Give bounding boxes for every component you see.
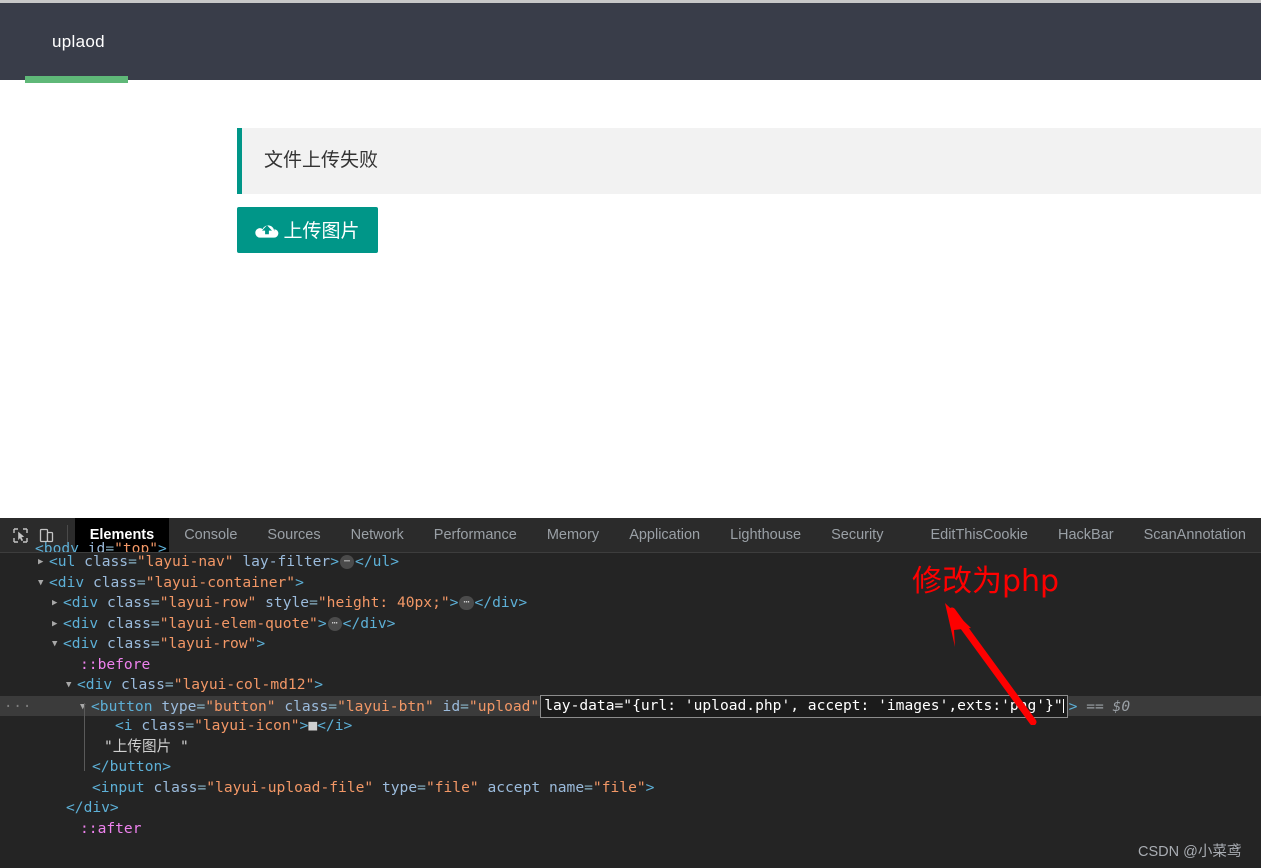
expand-triangle-icon[interactable] bbox=[38, 552, 49, 573]
upload-status-quote: 文件上传失败 bbox=[237, 128, 1261, 194]
dom-node-button-upload-selected[interactable]: ··· <button type="button" class="layui-b… bbox=[0, 696, 1261, 717]
dom-node-div-layui-row-40px[interactable]: <div class="layui-row" style="height: 40… bbox=[0, 593, 1261, 614]
text-caret bbox=[1063, 699, 1064, 713]
site-navbar: uplaod bbox=[0, 3, 1261, 80]
web-page-viewport: uplaod 文件上传失败 上传图片 bbox=[0, 0, 1261, 518]
collapse-triangle-icon[interactable] bbox=[52, 634, 63, 655]
expand-triangle-icon[interactable] bbox=[52, 614, 63, 635]
dom-node-pseudo-after[interactable]: ::after bbox=[0, 819, 1261, 840]
dom-node-pseudo-before[interactable]: ::before bbox=[0, 655, 1261, 676]
dom-node-i-layui-icon[interactable]: <i class="layui-icon">■</i> bbox=[0, 716, 1261, 737]
dom-node-div-layui-elem-quote[interactable]: <div class="layui-elem-quote">⋯</div> bbox=[0, 614, 1261, 635]
nav-item-uplaod[interactable]: uplaod bbox=[25, 3, 132, 80]
cloud-upload-icon bbox=[255, 221, 279, 240]
dom-tree[interactable]: <body id="top"> <ul class="layui-nav" la… bbox=[0, 539, 1261, 868]
dom-node-button-close[interactable]: </button> bbox=[0, 757, 1261, 778]
collapsed-children-ellipsis[interactable]: ⋯ bbox=[340, 555, 354, 569]
annotation-label: 修改为php bbox=[912, 556, 1059, 600]
icon-glyph-placeholder: ■ bbox=[308, 717, 317, 734]
collapsed-children-ellipsis[interactable]: ⋯ bbox=[459, 596, 473, 610]
collapsed-children-ellipsis[interactable]: ⋯ bbox=[328, 617, 342, 631]
collapse-triangle-icon[interactable] bbox=[80, 697, 91, 718]
node-overflow-dots[interactable]: ··· bbox=[4, 697, 32, 718]
dom-node-ul-layui-nav[interactable]: <ul class="layui-nav" lay-filter>⋯</ul> bbox=[0, 552, 1261, 573]
dom-node-div-layui-row[interactable]: <div class="layui-row"> bbox=[0, 634, 1261, 655]
tree-guide-line bbox=[84, 703, 85, 771]
collapse-triangle-icon[interactable] bbox=[66, 675, 77, 696]
dom-node-div-layui-col-md12[interactable]: <div class="layui-col-md12"> bbox=[0, 675, 1261, 696]
expand-triangle-icon[interactable] bbox=[52, 593, 63, 614]
csdn-watermark: CSDN @小菜鸢 bbox=[1138, 840, 1241, 861]
lay-data-attribute-editor[interactable]: lay-data="{url: 'upload.php', accept: 'i… bbox=[540, 695, 1067, 719]
dom-node-div-close[interactable]: </div> bbox=[0, 798, 1261, 819]
upload-image-button[interactable]: 上传图片 bbox=[237, 207, 378, 253]
lay-data-attribute-value: lay-data="{url: 'upload.php', accept: 'i… bbox=[544, 697, 1062, 714]
collapse-triangle-icon[interactable] bbox=[38, 573, 49, 594]
dom-tag-body: <body bbox=[35, 540, 79, 552]
dom-node-input-layui-upload-file[interactable]: <input class="layui-upload-file" type="f… bbox=[0, 778, 1261, 799]
dom-node-div-layui-container[interactable]: <div class="layui-container"> bbox=[0, 573, 1261, 594]
devtools-panel: Elements Console Sources Network Perform… bbox=[0, 518, 1261, 868]
selected-node-badge: == $0 bbox=[1086, 698, 1130, 715]
upload-image-button-label: 上传图片 bbox=[283, 222, 359, 241]
dom-node-body[interactable]: <body id="top"> bbox=[0, 539, 1261, 552]
dom-node-button-text[interactable]: "上传图片 " bbox=[0, 737, 1261, 758]
nav-active-underline bbox=[25, 76, 128, 83]
upload-status-message: 文件上传失败 bbox=[264, 128, 378, 192]
